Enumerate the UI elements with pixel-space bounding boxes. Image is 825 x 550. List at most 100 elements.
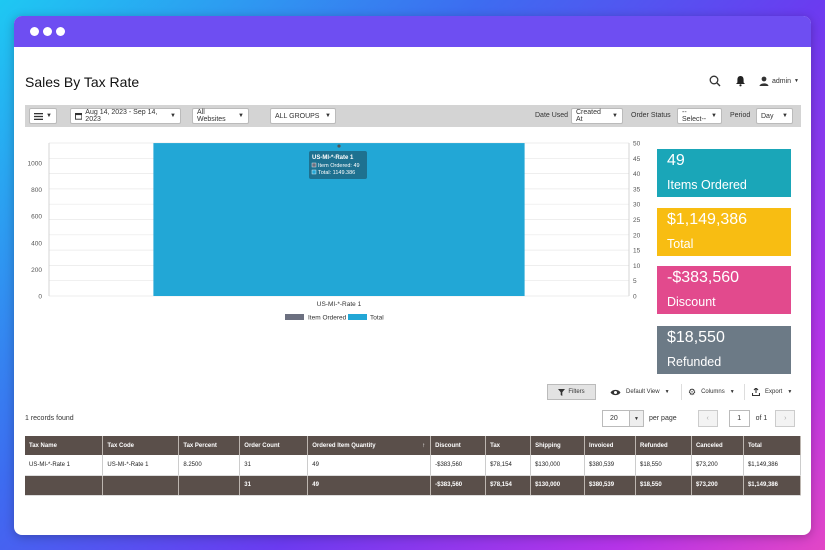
chevron-down-icon: ▼: [325, 113, 331, 119]
date-used-value: Created At: [576, 109, 601, 123]
page-input[interactable]: 1: [728, 410, 750, 427]
y-right-tick-label: 0: [633, 294, 637, 301]
columns-button[interactable]: ⚙ Columns ▼: [688, 384, 735, 400]
column-header[interactable]: Ordered Item Quantity ↑: [307, 436, 432, 455]
tooltip-line: Total: 1149.386: [318, 170, 355, 176]
eye-icon: [610, 389, 621, 395]
calendar-icon: [75, 112, 83, 120]
column-header[interactable]: Order Count: [239, 436, 309, 455]
prev-page-button[interactable]: ‹: [697, 410, 718, 427]
y-right-tick-label: 5: [633, 278, 637, 285]
default-view-button[interactable]: Default View ▼: [610, 384, 670, 400]
window-dot-icon: [30, 27, 39, 36]
table-cell: $380,539: [584, 455, 636, 476]
filter-icon: [558, 388, 566, 396]
table-totals-row: 31 49 -$383,560 $78,154 $130,000 $380,539 $18,…: [25, 475, 802, 496]
date-used-select[interactable]: Created At ▼: [571, 108, 623, 124]
chevron-down-icon: ▼: [794, 78, 799, 84]
card-label: Items Ordered: [667, 178, 747, 192]
gear-icon: ⚙: [688, 386, 697, 397]
order-status-select[interactable]: --Select-- ▼: [677, 108, 722, 124]
menu-dropdown[interactable]: ▼: [29, 108, 57, 124]
chart-svg: 0 200 400 600 800 1000 0 5 10 15 20 25 30 35 40 45 50 US-…: [28, 141, 641, 322]
summary-card-items-ordered: 49 Items Ordered: [657, 149, 791, 197]
point-item-ordered: [337, 144, 341, 148]
date-range-picker[interactable]: Aug 14, 2023 - Sep 14, 2023 ▼: [70, 108, 181, 124]
chevron-down-icon: ▼: [782, 113, 788, 119]
column-header[interactable]: Total: [743, 436, 802, 455]
sales-chart: 0 200 400 600 800 1000 0 5 10 15 20 25 30 35 40 45 50 US-…: [25, 136, 645, 326]
column-header[interactable]: Canceled: [691, 436, 744, 455]
page-input-value: 1: [737, 415, 742, 422]
y-right-tick-label: 25: [633, 217, 641, 224]
records-found: 1 records found: [25, 415, 74, 422]
table-cell: 8.2500: [178, 455, 241, 476]
y-right-tick-label: 15: [633, 248, 641, 255]
totals-cell: [102, 475, 180, 496]
page-size-value: 20: [610, 415, 618, 422]
y-left-tick-label: 400: [31, 240, 42, 247]
totals-cell: $73,200: [691, 475, 744, 496]
totals-cell: $1,149,386: [743, 475, 802, 496]
legend-swatch-total: [348, 314, 367, 320]
chevron-down-icon: ▼: [787, 389, 793, 395]
groups-select[interactable]: ALL GROUPS ▼: [270, 108, 336, 124]
totals-cell: [178, 475, 241, 496]
summary-card-discount: -$383,560 Discount: [657, 266, 791, 314]
default-view-label: Default View: [626, 389, 660, 395]
column-header[interactable]: Tax: [485, 436, 532, 455]
column-header[interactable]: Tax Code: [102, 436, 180, 455]
table-cell: $18,550: [635, 455, 692, 476]
page-title: Sales By Tax Rate: [25, 74, 140, 90]
table-cell: US-MI-*-Rate 1: [102, 455, 180, 476]
bell-icon[interactable]: [733, 73, 749, 89]
export-button[interactable]: Export ▼: [752, 384, 792, 400]
app-window: Sales By Tax Rate admin ▼ ▼ Aug 14, 2023…: [14, 16, 811, 535]
column-header[interactable]: Discount: [430, 436, 487, 455]
chevron-down-icon: ▼: [629, 411, 643, 426]
search-icon[interactable]: [707, 73, 723, 89]
websites-select[interactable]: All Websites ▼: [192, 108, 249, 124]
totals-cell: 31: [239, 475, 309, 496]
card-label: Discount: [667, 295, 716, 309]
order-status-value: --Select--: [682, 109, 707, 123]
summary-card-total: $1,149,386 Total: [657, 208, 791, 256]
tax-rate-table: Tax Name Tax Code Tax Percent Order Count Or…: [25, 436, 802, 496]
column-header[interactable]: Tax Name: [25, 436, 104, 455]
page-of-label: of 1: [755, 415, 768, 422]
column-header[interactable]: Refunded: [635, 436, 692, 455]
tooltip-swatch: [311, 162, 317, 168]
chevron-right-icon: ›: [784, 415, 787, 422]
chevron-down-icon: ▼: [238, 113, 244, 119]
column-header[interactable]: Invoiced: [584, 436, 636, 455]
table-cell: $78,154: [485, 455, 532, 476]
column-header[interactable]: Shipping: [530, 436, 586, 455]
legend-swatch-item-ordered: [285, 314, 304, 320]
summary-card-refunded: $18,550 Refunded: [657, 326, 791, 374]
y-right-tick-label: 10: [633, 263, 641, 270]
y-right-tick-label: 30: [633, 202, 641, 209]
tooltip-swatch: [311, 169, 317, 175]
card-label: Refunded: [667, 355, 722, 369]
chevron-down-icon: ▼: [711, 113, 717, 119]
table-cell: 49: [307, 455, 432, 476]
chevron-down-icon: ▼: [170, 113, 176, 119]
card-value: $1,149,386: [667, 211, 748, 228]
period-value: Day: [761, 112, 774, 120]
user-menu[interactable]: admin ▼: [759, 76, 799, 86]
totals-cell: [25, 475, 104, 496]
column-header[interactable]: Tax Percent: [178, 436, 241, 455]
user-icon: [759, 76, 769, 86]
y-left-tick-label: 200: [31, 267, 42, 274]
groups-value: ALL GROUPS: [275, 112, 320, 120]
page-size-select[interactable]: 20 ▼: [602, 410, 644, 427]
filters-button[interactable]: Filters: [547, 384, 596, 400]
next-page-button[interactable]: ›: [775, 410, 796, 427]
totals-cell: $78,154: [485, 475, 532, 496]
x-tick-label: US-MI-*-Rate 1: [317, 301, 362, 308]
totals-cell: $130,000: [530, 475, 586, 496]
export-icon: [752, 388, 760, 396]
window-dot-icon: [43, 27, 52, 36]
period-select[interactable]: Day ▼: [756, 108, 793, 124]
table-row[interactable]: US-MI-*-Rate 1 US-MI-*-Rate 1 8.2500 31 49 -$…: [25, 455, 802, 476]
